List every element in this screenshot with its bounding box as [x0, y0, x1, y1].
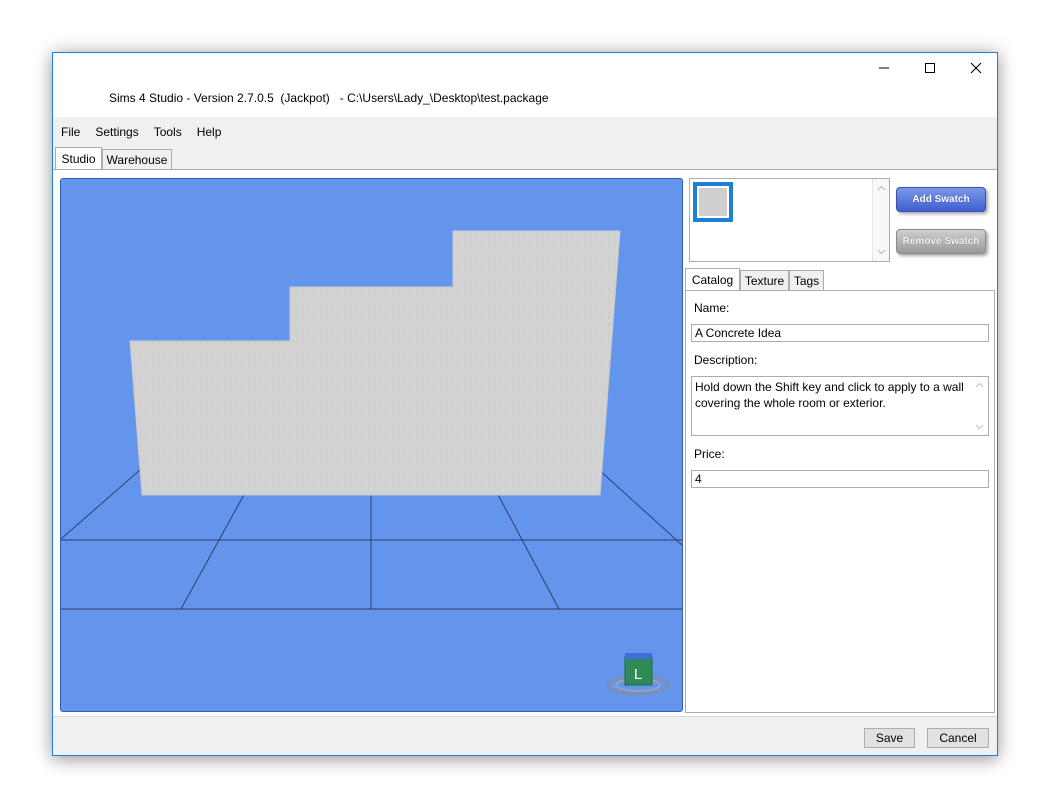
window-title: Sims 4 Studio - Version 2.7.0.5 (Jackpot…	[109, 91, 549, 105]
description-field[interactable]: Hold down the Shift key and click to app…	[691, 376, 989, 436]
swatch-color	[699, 188, 727, 216]
price-field[interactable]: 4	[691, 470, 989, 488]
swatch-list[interactable]	[689, 178, 890, 262]
name-label: Name:	[694, 301, 730, 315]
menu-help[interactable]: Help	[190, 125, 229, 139]
swatch-list-scrollbar[interactable]	[872, 179, 889, 261]
save-button[interactable]: Save	[864, 728, 915, 748]
name-field[interactable]: A Concrete Idea	[691, 324, 989, 342]
main-tab-strip: Studio Warehouse	[53, 147, 997, 170]
viewport-scene: L	[61, 230, 682, 696]
minimize-button[interactable]	[861, 53, 907, 83]
menu-tools[interactable]: Tools	[147, 125, 189, 139]
app-window: Sims 4 Studio - Version 2.7.0.5 (Jackpot…	[52, 52, 998, 756]
scroll-down-icon[interactable]	[971, 420, 988, 434]
camera-gizmo[interactable]: L	[606, 653, 670, 696]
description-text: Hold down the Shift key and click to app…	[695, 380, 964, 410]
studio-tab-panel: L Add Swatch Remove Swatch Catalog Textu…	[53, 169, 997, 717]
add-swatch-button[interactable]: Add Swatch	[896, 187, 986, 212]
tab-studio[interactable]: Studio	[55, 147, 102, 170]
remove-swatch-button[interactable]: Remove Swatch	[896, 229, 986, 254]
minimize-icon	[879, 67, 889, 69]
scroll-up-icon[interactable]	[971, 378, 988, 392]
tab-texture[interactable]: Texture	[740, 270, 789, 290]
menu-file[interactable]: File	[54, 125, 87, 139]
swatch-thumbnail[interactable]	[693, 182, 733, 222]
cancel-button[interactable]: Cancel	[927, 728, 989, 748]
scroll-down-icon[interactable]	[873, 245, 889, 259]
price-label: Price:	[694, 447, 725, 461]
maximize-icon	[925, 63, 935, 73]
wall-preview	[129, 230, 621, 496]
menu-bar: File Settings Tools Help	[53, 117, 997, 147]
tab-catalog[interactable]: Catalog	[685, 268, 740, 291]
scroll-up-icon[interactable]	[873, 181, 889, 195]
maximize-button[interactable]	[907, 53, 953, 83]
tab-warehouse[interactable]: Warehouse	[102, 149, 172, 169]
gizmo-label: L	[634, 666, 642, 683]
description-label: Description:	[694, 353, 758, 367]
title-bar: Sims 4 Studio - Version 2.7.0.5 (Jackpot…	[53, 53, 997, 117]
menu-settings[interactable]: Settings	[88, 125, 145, 139]
description-scrollbar[interactable]	[971, 377, 988, 435]
tab-tags[interactable]: Tags	[789, 270, 824, 290]
3d-viewport[interactable]: L	[60, 178, 683, 712]
close-icon	[970, 62, 982, 74]
close-button[interactable]	[953, 53, 997, 83]
dialog-footer: Save Cancel	[53, 716, 997, 755]
catalog-panel: Name: A Concrete Idea Description: Hold …	[685, 290, 995, 713]
